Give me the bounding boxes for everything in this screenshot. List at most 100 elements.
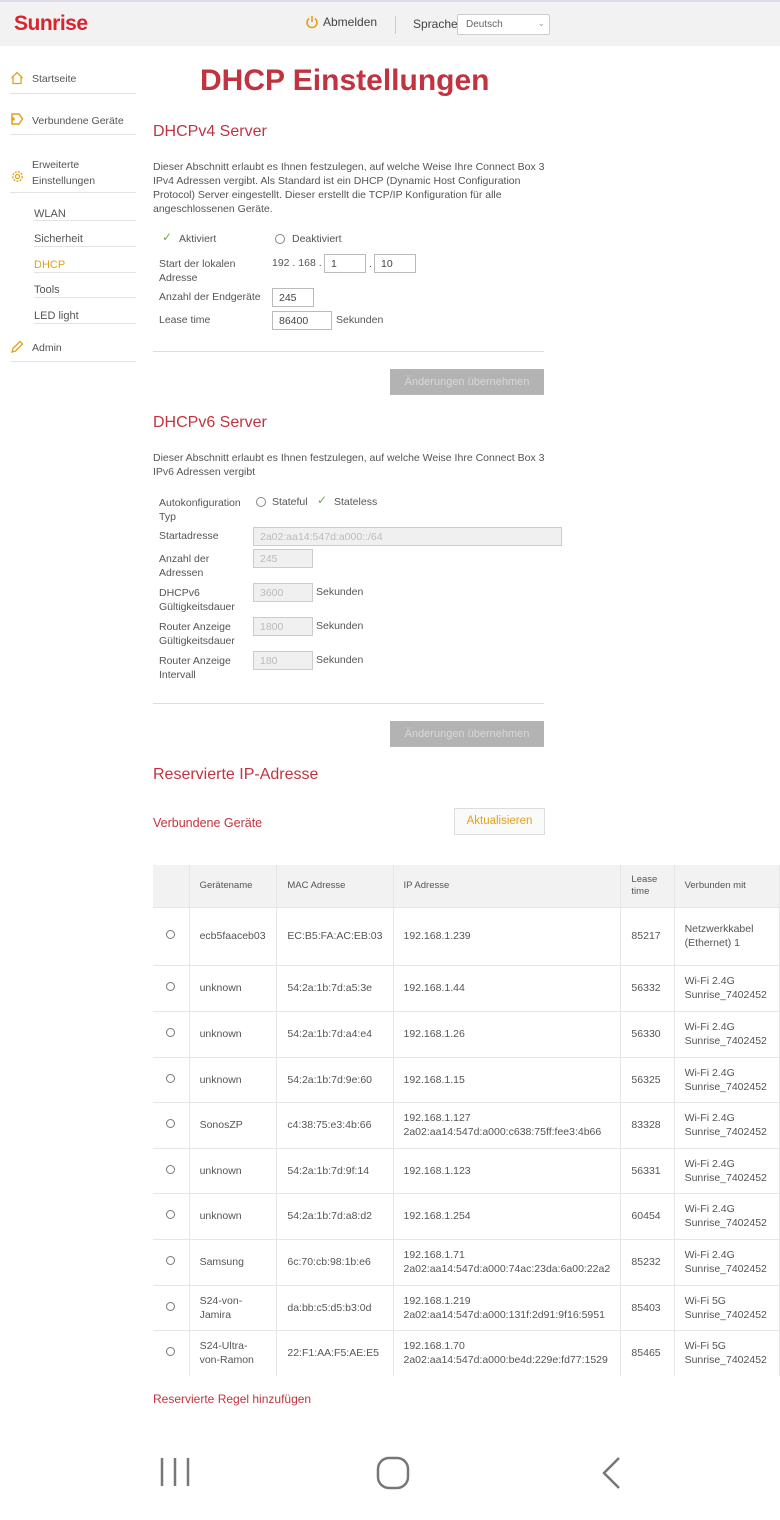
device-name: Samsung — [189, 1238, 278, 1285]
connected-with: Wi-Fi 2.4G Sunrise_7402452 — [674, 964, 780, 1011]
ipv4-address: 192.168.1.26 — [403, 1028, 465, 1040]
address-count-label: Anzahl der Adressen — [159, 553, 210, 579]
mac-address: 54:2a:1b:7d:a4:e4 — [276, 1010, 394, 1057]
sidebar-item-label: Startseite — [32, 73, 77, 85]
lease-time: 85465 — [620, 1329, 675, 1376]
row-select-radio[interactable] — [153, 1056, 190, 1102]
lease-time: 85217 — [620, 906, 675, 965]
sidebar-item-home[interactable]: Startseite — [10, 70, 136, 94]
device-count-input[interactable]: 245 — [272, 288, 314, 307]
ipv4-address: 192.168.1.219 — [403, 1294, 471, 1307]
column-header: Verbunden mit — [674, 865, 780, 907]
gear-icon — [12, 171, 23, 182]
language-select[interactable]: Deutsch ⌄ — [457, 14, 550, 35]
top-bar: Sunrise Abmelden Sprache Deutsch ⌄ — [0, 0, 780, 46]
sidebar-item-connected-devices[interactable]: Verbundene Geräte — [10, 111, 136, 135]
validity-input[interactable]: 3600 — [253, 583, 313, 602]
row-select-radio[interactable] — [153, 1192, 190, 1239]
row-select-radio[interactable] — [153, 1101, 190, 1148]
mac-address: c4:38:75:e3:4b:66 — [276, 1101, 394, 1148]
ipv6-address: 2a02:aa14:547d:a000:be4d:229e:fd77:1529 — [403, 1354, 608, 1367]
lease-time: 85232 — [620, 1238, 675, 1285]
table-row: ecb5faaceb03 EC:B5:FA:AC:EB:03 192.168.1.2… — [153, 906, 780, 965]
sunrise-logo[interactable]: Sunrise — [14, 12, 88, 36]
dhcpv4-description: Dieser Abschnitt erlaubt es Ihnen festzu… — [153, 161, 545, 215]
row-select-radio[interactable] — [153, 906, 190, 965]
ra-validity-input[interactable]: 1800 — [253, 617, 313, 636]
home-button-icon[interactable] — [375, 1455, 411, 1494]
ra-interval-input[interactable]: 180 — [253, 651, 313, 670]
mac-address: da:bb:c5:d5:b3:0d — [276, 1284, 394, 1330]
disabled-radio[interactable] — [275, 234, 285, 244]
stateless-label: Stateless — [334, 496, 378, 508]
row-select-radio[interactable] — [153, 1147, 190, 1193]
sidebar-item-admin[interactable]: Admin — [10, 340, 136, 362]
ip-address: 192.168.1.254 — [393, 1192, 622, 1239]
ip-address: 192.168.1.26 — [393, 1010, 622, 1057]
chevron-down-icon: ⌄ — [537, 18, 545, 28]
stateful-radio[interactable] — [256, 497, 266, 507]
address-count-input[interactable]: 245 — [253, 549, 313, 568]
ipv4-address: 192.168.1.127 — [403, 1112, 471, 1124]
page-title: DHCP Einstellungen — [200, 64, 490, 97]
ip-octet-3-input[interactable]: 1 — [324, 254, 366, 273]
mac-address: 54:2a:1b:7d:a5:3e — [276, 964, 394, 1011]
ip-dot: . — [369, 258, 372, 270]
logout-button[interactable]: Abmelden — [305, 15, 377, 29]
apply-v4-button[interactable]: Änderungen übernehmen — [390, 369, 544, 395]
add-reserved-rule-link[interactable]: Reservierte Regel hinzufügen — [153, 1392, 311, 1406]
row-select-radio[interactable] — [153, 964, 190, 1011]
sidebar-item-advanced-settings[interactable]: Erweiterte Einstellungen — [10, 155, 136, 193]
disabled-label: Deaktiviert — [292, 233, 342, 245]
start-address-v6-label: Startadresse — [159, 530, 219, 542]
ipv6-address: 2a02:aa14:547d:a000:131f:2d91:9f16:5951 — [403, 1308, 605, 1321]
ipv4-address: 192.168.1.70 — [403, 1340, 465, 1353]
lease-time: 56330 — [620, 1010, 675, 1057]
check-icon[interactable]: ✓ — [162, 230, 172, 244]
check-icon[interactable]: ✓ — [317, 493, 327, 507]
ip-address: 192.168.1.239 — [393, 906, 622, 965]
row-select-radio[interactable] — [153, 1238, 190, 1285]
sidebar-item-dhcp[interactable]: DHCP — [34, 259, 136, 273]
connected-with: Wi-Fi 2.4G Sunrise_7402452 — [674, 1101, 780, 1148]
ip-address: 192.168.1.15 — [393, 1056, 622, 1102]
sidebar-item-security[interactable]: Sicherheit — [34, 233, 136, 247]
device-name: SonosZP — [189, 1101, 278, 1148]
divider — [153, 351, 544, 352]
ipv4-address: 192.168.1.15 — [403, 1073, 465, 1086]
apply-v6-button[interactable]: Änderungen übernehmen — [390, 721, 544, 747]
ipv4-address: 192.168.1.254 — [403, 1210, 471, 1222]
start-address-v6-input[interactable]: 2a02:aa14:547d:a000::/64 — [253, 527, 562, 546]
lease-time: 56331 — [620, 1147, 675, 1193]
recent-apps-icon[interactable] — [158, 1455, 192, 1492]
column-header: Gerätename — [189, 865, 278, 907]
row-select-radio[interactable] — [153, 1010, 190, 1057]
device-name: unknown — [189, 1147, 278, 1193]
back-icon[interactable] — [598, 1455, 626, 1494]
sidebar-item-tools[interactable]: Tools — [34, 284, 136, 298]
ip-octet-4-input[interactable]: 10 — [374, 254, 416, 273]
dhcpv6-description: Dieser Abschnitt erlaubt es Ihnen festzu… — [153, 452, 545, 478]
lease-time-label: Lease time — [159, 314, 211, 326]
ip-address: 192.168.1.123 — [393, 1147, 622, 1193]
table-row: Samsung 6c:70:cb:98:1b:e6 192.168.1.71 2a02… — [153, 1238, 780, 1285]
refresh-button[interactable]: Aktualisieren — [454, 808, 545, 835]
mac-address: 6c:70:cb:98:1b:e6 — [276, 1238, 394, 1285]
device-name: S24-Ultra-von-Ramon — [189, 1329, 278, 1376]
lease-time-input[interactable]: 86400 — [272, 311, 332, 330]
device-name: S24-von-Jamira — [189, 1284, 278, 1330]
sidebar-item-led-light[interactable]: LED light — [34, 310, 136, 324]
reserved-ip-title: Reservierte IP-Adresse — [153, 766, 319, 783]
ra-interval-unit: Sekunden — [316, 654, 364, 666]
mac-address: 22:F1:AA:F5:AE:E5 — [276, 1329, 394, 1376]
sidebar-item-label: Erweiterte Einstellungen — [32, 159, 96, 187]
ip-prefix: 192 . 168 . — [272, 257, 322, 269]
row-select-radio[interactable] — [153, 1329, 190, 1376]
dhcpv6-title: DHCPv6 Server — [153, 414, 267, 431]
table-row: SonosZP c4:38:75:e3:4b:66 192.168.1.127 2a0… — [153, 1101, 780, 1148]
connected-with: Wi-Fi 2.4G Sunrise_7402452 — [674, 1147, 780, 1193]
row-select-radio[interactable] — [153, 1284, 190, 1330]
language-label: Sprache — [413, 17, 458, 31]
language-value: Deutsch — [466, 19, 503, 30]
sidebar-item-wlan[interactable]: WLAN — [34, 208, 136, 221]
